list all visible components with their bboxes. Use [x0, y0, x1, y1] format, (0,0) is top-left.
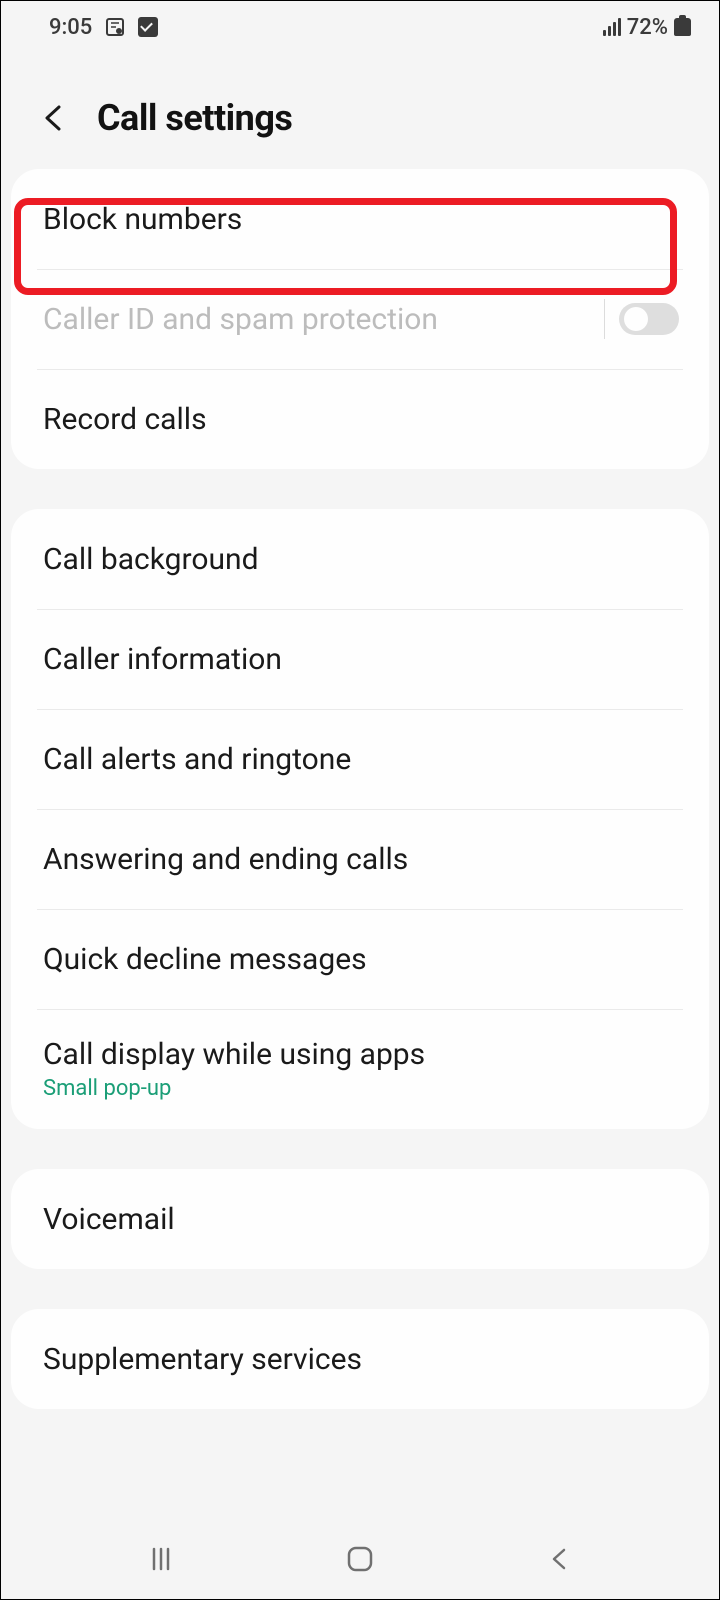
- item-label: Voicemail: [43, 1202, 175, 1237]
- toggle-divider: [604, 299, 605, 339]
- notification-icon: [104, 16, 126, 38]
- home-icon: [344, 1543, 376, 1575]
- status-left: 9:05: [49, 15, 158, 40]
- item-call-display-apps[interactable]: Call display while using apps Small pop-…: [11, 1009, 709, 1129]
- item-record-calls[interactable]: Record calls: [11, 369, 709, 469]
- item-quick-decline-messages[interactable]: Quick decline messages: [11, 909, 709, 1009]
- header: Call settings: [1, 49, 719, 169]
- item-label: Record calls: [43, 402, 207, 437]
- battery-icon: [674, 18, 691, 36]
- status-bar: 9:05 72%: [1, 1, 719, 49]
- signal-icon: [603, 18, 621, 36]
- item-label: Call background: [43, 542, 259, 577]
- item-supplementary-services[interactable]: Supplementary services: [11, 1309, 709, 1409]
- back-button[interactable]: [39, 103, 69, 133]
- settings-section-3: Voicemail: [11, 1169, 709, 1269]
- recents-icon: [147, 1545, 175, 1573]
- item-block-numbers[interactable]: Block numbers: [11, 169, 709, 269]
- item-label: Block numbers: [43, 202, 242, 237]
- item-sublabel: Small pop-up: [43, 1076, 425, 1101]
- item-caller-id-spam[interactable]: Caller ID and spam protection: [11, 269, 709, 369]
- page-title: Call settings: [97, 97, 292, 139]
- item-label: Caller information: [43, 642, 282, 677]
- item-content: Call display while using apps Small pop-…: [43, 1037, 425, 1101]
- toggle-switch[interactable]: [619, 303, 679, 335]
- chevron-left-icon: [39, 103, 69, 133]
- toggle-container: [604, 299, 679, 339]
- home-button[interactable]: [320, 1534, 400, 1584]
- item-answering-ending-calls[interactable]: Answering and ending calls: [11, 809, 709, 909]
- item-call-alerts-ringtone[interactable]: Call alerts and ringtone: [11, 709, 709, 809]
- item-label: Quick decline messages: [43, 942, 367, 977]
- navigation-bar: [1, 1519, 719, 1599]
- status-right: 72%: [603, 15, 691, 40]
- recents-button[interactable]: [121, 1534, 201, 1584]
- item-label: Call alerts and ringtone: [43, 742, 351, 777]
- item-label: Call display while using apps: [43, 1037, 425, 1072]
- item-caller-information[interactable]: Caller information: [11, 609, 709, 709]
- chevron-left-icon: [545, 1545, 573, 1573]
- back-nav-button[interactable]: [519, 1534, 599, 1584]
- settings-section-1: Block numbers Caller ID and spam protect…: [11, 169, 709, 469]
- checkbox-notification-icon: [138, 17, 158, 37]
- status-time: 9:05: [49, 15, 92, 40]
- settings-section-4: Supplementary services: [11, 1309, 709, 1409]
- item-call-background[interactable]: Call background: [11, 509, 709, 609]
- item-label: Caller ID and spam protection: [43, 302, 438, 337]
- item-label: Answering and ending calls: [43, 842, 408, 877]
- settings-section-2: Call background Caller information Call …: [11, 509, 709, 1129]
- battery-percentage: 72%: [627, 15, 668, 40]
- item-label: Supplementary services: [43, 1342, 362, 1377]
- item-voicemail[interactable]: Voicemail: [11, 1169, 709, 1269]
